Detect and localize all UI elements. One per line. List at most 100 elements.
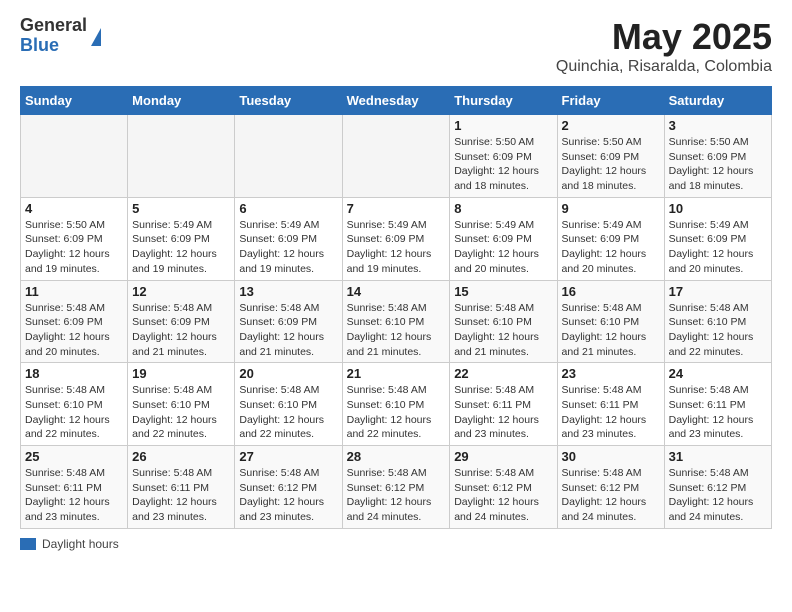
calendar: Sunday Monday Tuesday Wednesday Thursday…: [20, 86, 772, 529]
day-number: 21: [347, 366, 446, 381]
day-info: Sunrise: 5:48 AM Sunset: 6:10 PM Dayligh…: [239, 383, 337, 442]
day-number: 5: [132, 201, 230, 216]
day-info: Sunrise: 5:49 AM Sunset: 6:09 PM Dayligh…: [239, 218, 337, 277]
calendar-header-row: Sunday Monday Tuesday Wednesday Thursday…: [21, 87, 772, 115]
day-info: Sunrise: 5:48 AM Sunset: 6:11 PM Dayligh…: [25, 466, 123, 525]
table-row: 1Sunrise: 5:50 AM Sunset: 6:09 PM Daylig…: [450, 115, 557, 198]
day-info: Sunrise: 5:48 AM Sunset: 6:10 PM Dayligh…: [347, 383, 446, 442]
day-number: 25: [25, 449, 123, 464]
table-row: 27Sunrise: 5:48 AM Sunset: 6:12 PM Dayli…: [235, 446, 342, 529]
table-row: 21 Sunrise: 5:48 AM Sunset: 6:10 PM Dayli…: [342, 363, 450, 446]
day-info: Sunrise: 5:48 AM Sunset: 6:10 PM Dayligh…: [25, 383, 123, 442]
col-friday: Friday: [557, 87, 664, 115]
table-row: 29 Sunrise: 5:48 AM Sunset: 6:12 PM Dayli…: [450, 446, 557, 529]
table-row: 17Sunrise: 5:48 AM Sunset: 6:10 PM Dayli…: [664, 280, 771, 363]
day-info: Sunrise: 5:49 AM Sunset: 6:09 PM Dayligh…: [562, 218, 660, 277]
col-tuesday: Tuesday: [235, 87, 342, 115]
day-info: Sunrise: 5:50 AM Sunset: 6:09 PM Dayligh…: [562, 135, 660, 194]
day-number: 24: [669, 366, 767, 381]
table-row: [235, 115, 342, 198]
table-row: 24Sunrise: 5:48 AM Sunset: 6:11 PM Dayli…: [664, 363, 771, 446]
day-number: 12: [132, 284, 230, 299]
day-number: 10: [669, 201, 767, 216]
day-info: Sunrise: 5:48 AM Sunset: 6:12 PM Dayligh…: [562, 466, 660, 525]
table-row: 11 Sunrise: 5:48 AM Sunset: 6:09 PM Dayli…: [21, 280, 128, 363]
table-row: 15Sunrise: 5:48 AM Sunset: 6:10 PM Dayli…: [450, 280, 557, 363]
table-row: 18 Sunrise: 5:48 AM Sunset: 6:10 PM Dayli…: [21, 363, 128, 446]
col-saturday: Saturday: [664, 87, 771, 115]
legend-color-box: [20, 538, 36, 550]
logo: General Blue: [20, 16, 101, 56]
col-sunday: Sunday: [21, 87, 128, 115]
day-info: Sunrise: 5:48 AM Sunset: 6:12 PM Dayligh…: [239, 466, 337, 525]
table-row: 4Sunrise: 5:50 AM Sunset: 6:09 PM Daylig…: [21, 197, 128, 280]
table-row: 16 Sunrise: 5:48 AM Sunset: 6:10 PM Dayli…: [557, 280, 664, 363]
day-number: 13: [239, 284, 337, 299]
calendar-week-3: 11 Sunrise: 5:48 AM Sunset: 6:09 PM Dayli…: [21, 280, 772, 363]
day-number: 29: [454, 449, 552, 464]
calendar-week-2: 4Sunrise: 5:50 AM Sunset: 6:09 PM Daylig…: [21, 197, 772, 280]
day-number: 18: [25, 366, 123, 381]
table-row: 14Sunrise: 5:48 AM Sunset: 6:10 PM Dayli…: [342, 280, 450, 363]
day-number: 19: [132, 366, 230, 381]
day-number: 7: [347, 201, 446, 216]
day-number: 9: [562, 201, 660, 216]
day-info: Sunrise: 5:48 AM Sunset: 6:12 PM Dayligh…: [669, 466, 767, 525]
day-number: 4: [25, 201, 123, 216]
day-number: 15: [454, 284, 552, 299]
day-info: Sunrise: 5:50 AM Sunset: 6:09 PM Dayligh…: [669, 135, 767, 194]
day-info: Sunrise: 5:48 AM Sunset: 6:11 PM Dayligh…: [562, 383, 660, 442]
logo-general: General: [20, 16, 87, 36]
day-number: 26: [132, 449, 230, 464]
day-number: 6: [239, 201, 337, 216]
day-info: Sunrise: 5:48 AM Sunset: 6:10 PM Dayligh…: [562, 301, 660, 360]
table-row: 5 Sunrise: 5:49 AM Sunset: 6:09 PM Daylig…: [128, 197, 235, 280]
table-row: 20Sunrise: 5:48 AM Sunset: 6:10 PM Dayli…: [235, 363, 342, 446]
table-row: [342, 115, 450, 198]
day-info: Sunrise: 5:48 AM Sunset: 6:12 PM Dayligh…: [454, 466, 552, 525]
day-info: Sunrise: 5:48 AM Sunset: 6:09 PM Dayligh…: [132, 301, 230, 360]
table-row: 22Sunrise: 5:48 AM Sunset: 6:11 PM Dayli…: [450, 363, 557, 446]
table-row: 28Sunrise: 5:48 AM Sunset: 6:12 PM Dayli…: [342, 446, 450, 529]
day-info: Sunrise: 5:48 AM Sunset: 6:11 PM Dayligh…: [454, 383, 552, 442]
table-row: 26 Sunrise: 5:48 AM Sunset: 6:11 PM Dayli…: [128, 446, 235, 529]
header: General Blue May 2025 Quinchia, Risarald…: [20, 16, 772, 76]
day-number: 23: [562, 366, 660, 381]
day-number: 11: [25, 284, 123, 299]
day-number: 8: [454, 201, 552, 216]
table-row: 30 Sunrise: 5:48 AM Sunset: 6:12 PM Dayli…: [557, 446, 664, 529]
day-info: Sunrise: 5:48 AM Sunset: 6:09 PM Dayligh…: [239, 301, 337, 360]
day-info: Sunrise: 5:48 AM Sunset: 6:09 PM Dayligh…: [25, 301, 123, 360]
day-info: Sunrise: 5:48 AM Sunset: 6:11 PM Dayligh…: [132, 466, 230, 525]
col-wednesday: Wednesday: [342, 87, 450, 115]
logo-text: General Blue: [20, 16, 87, 56]
day-info: Sunrise: 5:48 AM Sunset: 6:12 PM Dayligh…: [347, 466, 446, 525]
table-row: 8 Sunrise: 5:49 AM Sunset: 6:09 PM Daylig…: [450, 197, 557, 280]
col-monday: Monday: [128, 87, 235, 115]
day-number: 1: [454, 118, 552, 133]
calendar-week-5: 25 Sunrise: 5:48 AM Sunset: 6:11 PM Dayli…: [21, 446, 772, 529]
day-number: 30: [562, 449, 660, 464]
table-row: 12 Sunrise: 5:48 AM Sunset: 6:09 PM Dayli…: [128, 280, 235, 363]
table-row: [128, 115, 235, 198]
day-number: 31: [669, 449, 767, 464]
table-row: [21, 115, 128, 198]
day-number: 14: [347, 284, 446, 299]
day-number: 17: [669, 284, 767, 299]
day-info: Sunrise: 5:48 AM Sunset: 6:10 PM Dayligh…: [132, 383, 230, 442]
day-info: Sunrise: 5:49 AM Sunset: 6:09 PM Dayligh…: [454, 218, 552, 277]
table-row: 23 Sunrise: 5:48 AM Sunset: 6:11 PM Dayli…: [557, 363, 664, 446]
table-row: 9 Sunrise: 5:49 AM Sunset: 6:09 PM Daylig…: [557, 197, 664, 280]
main-title: May 2025: [556, 16, 772, 58]
legend: Daylight hours: [20, 537, 772, 551]
col-thursday: Thursday: [450, 87, 557, 115]
title-block: May 2025 Quinchia, Risaralda, Colombia: [556, 16, 772, 76]
day-info: Sunrise: 5:49 AM Sunset: 6:09 PM Dayligh…: [132, 218, 230, 277]
legend-label: Daylight hours: [42, 537, 119, 551]
day-number: 16: [562, 284, 660, 299]
subtitle: Quinchia, Risaralda, Colombia: [556, 58, 772, 76]
table-row: 6 Sunrise: 5:49 AM Sunset: 6:09 PM Daylig…: [235, 197, 342, 280]
logo-blue: Blue: [20, 36, 87, 56]
table-row: 13 Sunrise: 5:48 AM Sunset: 6:09 PM Dayli…: [235, 280, 342, 363]
table-row: 3Sunrise: 5:50 AM Sunset: 6:09 PM Daylig…: [664, 115, 771, 198]
